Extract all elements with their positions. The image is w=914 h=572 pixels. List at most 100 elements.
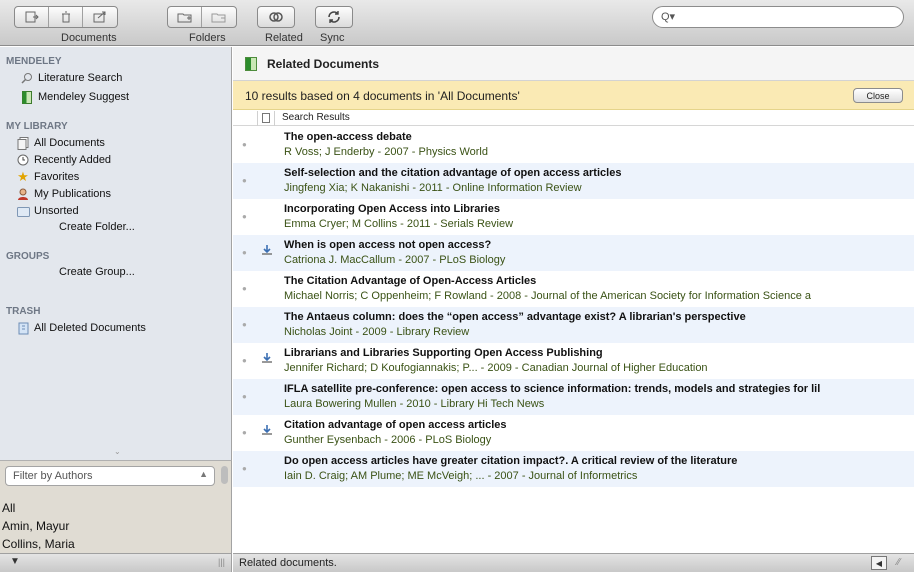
remove-folder-button[interactable] (202, 7, 236, 27)
related-icon (269, 12, 283, 22)
documents-label: Documents (61, 32, 117, 44)
column-label[interactable]: Search Results (282, 112, 350, 123)
toolbar: Documents Folders Related Sync Q▾ (0, 0, 914, 46)
close-button[interactable]: Close (853, 88, 903, 103)
author-filter-panel: Filter by Authors ▲ All Amin, Mayur Coll… (0, 460, 232, 553)
sidebar-item-recently-added[interactable]: Recently Added (16, 153, 111, 167)
author-item[interactable]: Collins, Maria (0, 537, 75, 551)
add-folder-button[interactable] (168, 7, 202, 27)
result-meta: Michael Norris; C Oppenheim; F Rowland -… (284, 290, 812, 302)
results-column-header: Search Results (233, 111, 914, 126)
read-status-icon[interactable]: ● (242, 176, 247, 185)
read-status-icon[interactable]: ● (242, 284, 247, 293)
result-meta: R Voss; J Enderby - 2007 - Physics World (284, 146, 488, 158)
read-status-icon[interactable]: ● (242, 428, 247, 437)
trash-header: TRASH (6, 306, 41, 317)
result-row[interactable]: ● The Citation Advantage of Open-Access A… (233, 271, 914, 307)
sidebar-item-my-publications[interactable]: My Publications (16, 187, 111, 201)
sidebar-item-mendeley-suggest[interactable]: Mendeley Suggest (20, 90, 129, 104)
person-icon (16, 187, 30, 201)
author-item[interactable]: All (0, 501, 15, 515)
read-status-icon[interactable]: ● (242, 320, 247, 329)
document-type-icon[interactable] (262, 113, 270, 123)
status-bar: Related documents. ◀ ∕∕ (233, 553, 914, 572)
result-title: Incorporating Open Access into Libraries (284, 203, 500, 215)
sidebar-item-unsorted[interactable]: Unsorted (16, 204, 79, 218)
folders-label: Folders (189, 32, 226, 44)
read-status-icon[interactable]: ● (242, 392, 247, 401)
result-row[interactable]: ● Self-selection and the citation advanta… (233, 163, 914, 199)
result-meta: Jingfeng Xia; K Nakanishi - 2011 - Onlin… (284, 182, 582, 194)
add-document-icon (25, 11, 39, 23)
search-icon: Q▾ (661, 11, 676, 23)
splitter-handle[interactable]: ⌄ (114, 447, 121, 456)
documents-icon (16, 136, 30, 150)
main-panel: Related Documents 10 results based on 4 … (233, 47, 914, 553)
author-item[interactable]: Amin, Mayur (0, 519, 69, 533)
result-title: The Citation Advantage of Open-Access Ar… (284, 275, 537, 287)
add-document-button[interactable] (15, 7, 49, 27)
result-title: When is open access not open access? (284, 239, 492, 251)
result-title: Citation advantage of open access articl… (284, 419, 507, 431)
download-icon[interactable] (261, 424, 273, 439)
read-status-icon[interactable]: ● (242, 212, 247, 221)
groups-header: GROUPS (6, 251, 50, 262)
result-row[interactable]: ● Incorporating Open Access into Librarie… (233, 199, 914, 235)
result-meta: Gunther Eysenbach - 2006 - PLoS Biology (284, 434, 492, 446)
results-notice: 10 results based on 4 documents in 'All … (233, 81, 914, 110)
delete-document-button[interactable] (49, 7, 83, 27)
sidebar-item-literature-search[interactable]: Literature Search (20, 71, 122, 85)
result-row[interactable]: ● Citation advantage of open access artic… (233, 415, 914, 451)
result-row[interactable]: ● The open-access debate R Voss; J Enderby… (233, 127, 914, 163)
related-label: Related (265, 32, 303, 44)
folder-icon (16, 204, 30, 218)
result-row[interactable]: ● IFLA satellite pre-conference: open acc… (233, 379, 914, 415)
clock-icon (16, 153, 30, 167)
read-status-icon[interactable]: ● (242, 464, 247, 473)
sync-button[interactable] (315, 6, 353, 28)
toggle-details-button[interactable]: ◀ (871, 556, 887, 570)
create-group-link[interactable]: Create Group... (59, 266, 135, 278)
result-meta: Catriona J. MacCallum - 2007 - PLoS Biol… (284, 254, 506, 266)
folders-button-group (167, 6, 237, 28)
mendeley-header: MENDELEY (6, 56, 62, 67)
result-meta: Nicholas Joint - 2009 - Library Review (284, 326, 470, 338)
mendeley-book-icon (20, 90, 34, 104)
result-row[interactable]: ● Do open access articles have greater ci… (233, 451, 914, 487)
stepper-arrows-icon: ▲ (199, 469, 208, 479)
share-document-button[interactable] (83, 7, 117, 27)
sidebar-item-all-deleted-documents[interactable]: All Deleted Documents (16, 321, 146, 335)
filter-by-select[interactable]: Filter by Authors ▲ (5, 466, 215, 486)
result-row[interactable]: ● Librarians and Libraries Supporting Ope… (233, 343, 914, 379)
notice-text: 10 results based on 4 documents in 'All … (245, 89, 520, 103)
result-title: Do open access articles have greater cit… (284, 455, 738, 467)
status-text: Related documents. (239, 557, 337, 569)
trash-icon (61, 11, 70, 23)
star-icon: ★ (17, 169, 29, 184)
download-icon[interactable] (261, 244, 273, 259)
trash-documents-icon (16, 321, 30, 335)
magnifier-icon (20, 71, 34, 85)
result-row[interactable]: ● The Antaeus column: does the “open acce… (233, 307, 914, 343)
related-button[interactable] (257, 6, 295, 28)
add-folder-icon (177, 13, 191, 23)
resize-grip-icon[interactable]: ||| (218, 557, 225, 567)
sidebar-item-all-documents[interactable]: All Documents (16, 136, 105, 150)
create-folder-link[interactable]: Create Folder... (59, 221, 135, 233)
my-library-header: MY LIBRARY (6, 121, 68, 132)
remove-folder-icon (211, 13, 226, 23)
download-icon[interactable] (261, 352, 273, 367)
sidebar: MENDELEY Literature Search Mendeley Sugg… (0, 47, 232, 460)
read-status-icon[interactable]: ● (242, 140, 247, 149)
result-row[interactable]: ● When is open access not open access? Cat… (233, 235, 914, 271)
result-title: Self-selection and the citation advantag… (284, 167, 622, 179)
sidebar-item-favorites[interactable]: ★ Favorites (16, 169, 79, 184)
read-status-icon[interactable]: ● (242, 356, 247, 365)
window-resize-icon[interactable]: ∕∕ (897, 557, 900, 568)
read-status-icon[interactable]: ● (242, 248, 247, 257)
result-meta: Jennifer Richard; D Koufogiannakis; P...… (284, 362, 708, 374)
filter-scrollbar[interactable] (221, 466, 228, 484)
filter-icon[interactable]: ▼ (10, 556, 20, 567)
search-input[interactable]: Q▾ (652, 6, 904, 28)
sync-label: Sync (320, 32, 345, 44)
